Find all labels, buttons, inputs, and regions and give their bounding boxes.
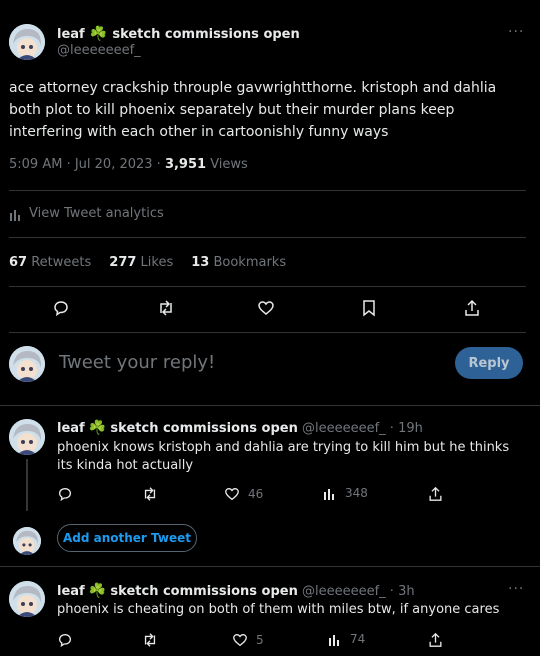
- tweet-stats: 67 Retweets 277 Likes 13 Bookmarks: [9, 255, 286, 270]
- like-count: 46: [248, 487, 264, 501]
- like-icon[interactable]: [257, 299, 275, 317]
- more-options-icon[interactable]: ···: [508, 24, 524, 40]
- reply-icon[interactable]: [57, 486, 73, 502]
- author-handle[interactable]: @leeeeeeef_: [57, 43, 141, 58]
- avatar[interactable]: [9, 346, 45, 382]
- retweets-label: Retweets: [27, 255, 92, 270]
- reply-author[interactable]: leaf ☘️ sketch commissions open @leeeeee…: [57, 583, 415, 600]
- bookmark-icon[interactable]: [361, 299, 377, 317]
- analytics-icon: [9, 207, 23, 221]
- analytics-icon: [328, 632, 342, 646]
- avatar[interactable]: [9, 581, 45, 617]
- thread-line: [26, 459, 28, 511]
- divider: [9, 237, 526, 238]
- bookmarks-stat[interactable]: 13 Bookmarks: [191, 255, 286, 270]
- divider: [0, 566, 540, 567]
- views-count: 3,951: [164, 157, 207, 172]
- reply-text: phoenix knows kristoph and dahlia are tr…: [57, 440, 510, 473]
- retweet-icon[interactable]: [141, 486, 159, 502]
- share-icon[interactable]: [428, 632, 443, 648]
- divider: [9, 332, 526, 333]
- divider: [9, 286, 526, 287]
- likes-label: Likes: [136, 255, 174, 270]
- tweet-text: ace attorney crackship throuple gavwrigh…: [9, 80, 497, 140]
- avatar[interactable]: [13, 527, 41, 555]
- likes-stat[interactable]: 277 Likes: [109, 255, 173, 270]
- views-label: Views: [206, 157, 248, 172]
- views-count: 74: [350, 632, 366, 646]
- author-name[interactable]: leaf: [57, 584, 85, 599]
- share-icon[interactable]: [428, 486, 443, 502]
- author-name-suffix[interactable]: sketch commissions open: [112, 27, 299, 42]
- analytics-label: View Tweet analytics: [29, 206, 164, 221]
- bookmarks-count: 13: [191, 255, 210, 270]
- author-name[interactable]: leaf: [57, 27, 85, 42]
- analytics-icon: [323, 486, 337, 500]
- tweet-timestamp: 5:09 AM · Jul 20, 2023 · 3,951 Views: [9, 157, 248, 172]
- more-options-icon[interactable]: ···: [508, 581, 524, 597]
- retweet-icon[interactable]: [156, 299, 176, 317]
- clover-icon: ☘️: [88, 420, 107, 436]
- clover-icon: ☘️: [88, 583, 107, 599]
- like-icon: [224, 486, 240, 502]
- reply-icon[interactable]: [52, 299, 70, 317]
- likes-count: 277: [109, 255, 137, 270]
- bookmarks-label: Bookmarks: [209, 255, 287, 270]
- like-button[interactable]: 46: [224, 486, 263, 502]
- like-count: 5: [256, 633, 264, 647]
- like-icon: [232, 632, 248, 648]
- timestamp-text[interactable]: 5:09 AM · Jul 20, 2023 ·: [9, 157, 165, 172]
- clover-icon: ☘️: [89, 26, 108, 42]
- author-name[interactable]: leaf: [57, 421, 85, 436]
- retweet-icon[interactable]: [141, 632, 159, 648]
- main-tweet-author[interactable]: leaf ☘️ sketch commissions open: [57, 25, 300, 43]
- reply-author[interactable]: leaf ☘️ sketch commissions open @leeeeee…: [57, 420, 423, 437]
- avatar[interactable]: [9, 24, 45, 60]
- share-icon[interactable]: [464, 299, 480, 317]
- retweets-count: 67: [9, 255, 28, 270]
- author-name-suffix[interactable]: sketch commissions open: [110, 584, 297, 599]
- divider: [0, 405, 540, 406]
- add-another-tweet-button[interactable]: Add another Tweet: [57, 524, 197, 552]
- author-name-suffix[interactable]: sketch commissions open: [110, 421, 297, 436]
- views-count: 348: [345, 486, 368, 500]
- reply-handle-time[interactable]: @leeeeeeef_ · 3h: [302, 584, 415, 599]
- reply-input[interactable]: Tweet your reply!: [59, 352, 215, 373]
- view-analytics-link[interactable]: View Tweet analytics: [9, 206, 164, 221]
- divider: [9, 190, 526, 191]
- views-button[interactable]: 74: [328, 632, 365, 646]
- like-button[interactable]: 5: [232, 632, 264, 648]
- views-button[interactable]: 348: [323, 486, 368, 500]
- reply-text: phoenix is cheating on both of them with…: [57, 602, 500, 617]
- reply-handle-time[interactable]: @leeeeeeef_ · 19h: [302, 421, 423, 436]
- reply-icon[interactable]: [57, 632, 73, 648]
- reply-button[interactable]: Reply: [455, 347, 523, 379]
- retweets-stat[interactable]: 67 Retweets: [9, 255, 91, 270]
- avatar[interactable]: [9, 419, 45, 455]
